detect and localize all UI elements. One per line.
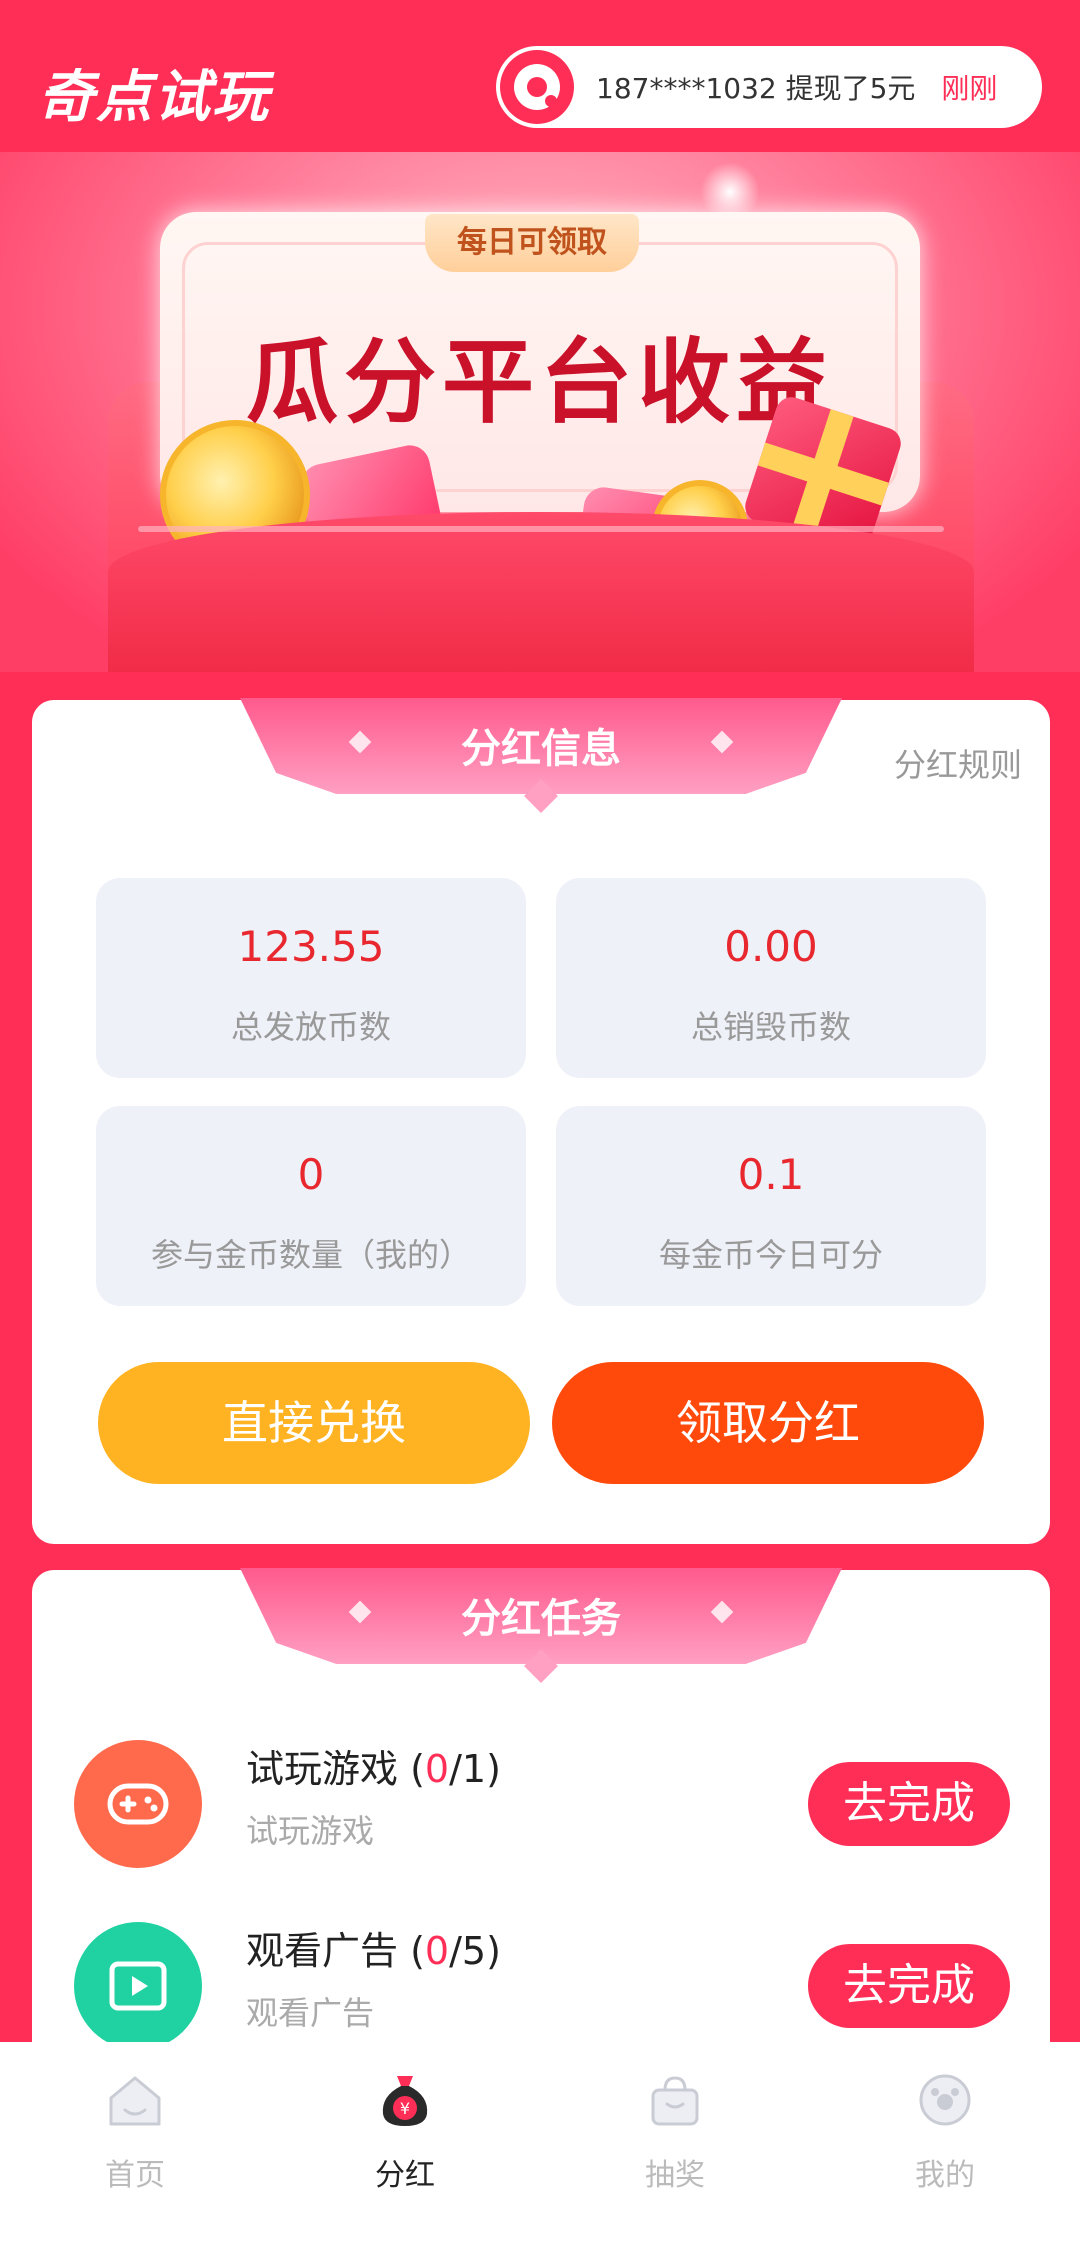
app-logo-icon	[500, 50, 574, 124]
task-item-play-game: 试玩游戏 (0/1) 试玩游戏 去完成	[32, 1726, 1050, 1886]
tab-lottery[interactable]: 抽奖	[540, 2042, 810, 2244]
stat-value: 0.1	[737, 1150, 805, 1199]
daily-tag: 每日可领取	[425, 214, 639, 272]
claim-dividend-button[interactable]: 领取分红	[552, 1362, 984, 1484]
stat-label: 每金币今日可分	[658, 1236, 883, 1274]
task-complete-button[interactable]: 去完成	[808, 1762, 1010, 1846]
gamepad-icon	[74, 1740, 202, 1868]
app-header: 奇点试玩 187****1032 提现了5元 刚刚	[0, 0, 1080, 152]
svg-text:¥: ¥	[400, 2099, 410, 2118]
dividend-rules-link[interactable]: 分红规则	[894, 740, 1022, 786]
stat-label: 总发放币数	[230, 1008, 391, 1046]
bottom-tab-bar: 首页 ¥ 分红 抽奖 我的	[0, 2042, 1080, 2244]
withdrawal-notice: 187****1032 提现了5元 刚刚	[496, 46, 1042, 128]
dividend-info-panel: 分红信息 分红规则 123.55 总发放币数 0.00 总销毁币数 0 参与金币…	[32, 698, 1050, 1544]
section-title: 分红任务	[461, 1596, 621, 1642]
profile-face-icon	[919, 2074, 971, 2126]
task-subtitle: 试玩游戏	[246, 1812, 375, 1850]
notice-time: 刚刚	[941, 72, 998, 105]
stat-label: 参与金币数量（我的）	[150, 1236, 471, 1274]
video-play-icon	[74, 1922, 202, 2050]
tab-label: 抽奖	[645, 2158, 705, 2193]
stat-per-coin-today: 0.1 每金币今日可分	[556, 1106, 986, 1306]
tab-home[interactable]: 首页	[0, 2042, 270, 2244]
task-progress-current: 0	[424, 1747, 450, 1791]
home-icon	[109, 2076, 161, 2126]
stat-total-destroyed: 0.00 总销毁币数	[556, 878, 986, 1078]
task-subtitle: 观看广告	[246, 1994, 375, 2032]
task-title: 试玩游戏 (0/1)	[246, 1747, 501, 1791]
section-title: 分红信息	[461, 726, 621, 772]
app-title: 奇点试玩	[38, 65, 270, 130]
task-complete-button[interactable]: 去完成	[808, 1944, 1010, 2028]
promo-banner: 每日可领取 瓜分平台收益	[0, 152, 1080, 672]
tab-profile[interactable]: 我的	[810, 2042, 1080, 2244]
tab-label: 分红	[375, 2158, 435, 2193]
tab-label: 我的	[915, 2158, 975, 2193]
section-ribbon: 分红信息	[240, 698, 842, 813]
stat-label: 总销毁币数	[690, 1008, 851, 1046]
tab-dividend[interactable]: ¥ 分红	[270, 2042, 540, 2244]
shopping-bag-icon	[651, 2076, 699, 2126]
stat-value: 123.55	[237, 922, 385, 971]
money-bag-icon: ¥	[382, 2076, 428, 2126]
stat-my-coins: 0 参与金币数量（我的）	[96, 1106, 526, 1306]
tab-label: 首页	[105, 2158, 165, 2193]
banner-title: 瓜分平台收益	[245, 329, 834, 436]
task-progress-current: 0	[424, 1929, 450, 1973]
notice-text: 187****1032 提现了5元	[596, 72, 916, 105]
stat-value: 0	[297, 1150, 325, 1199]
section-ribbon: 分红任务	[240, 1568, 842, 1683]
task-title: 观看广告 (0/5)	[246, 1929, 501, 1973]
exchange-button[interactable]: 直接兑换	[98, 1362, 530, 1484]
stat-total-issued: 123.55 总发放币数	[96, 878, 526, 1078]
stat-value: 0.00	[724, 922, 818, 971]
red-envelope-front	[108, 512, 974, 672]
